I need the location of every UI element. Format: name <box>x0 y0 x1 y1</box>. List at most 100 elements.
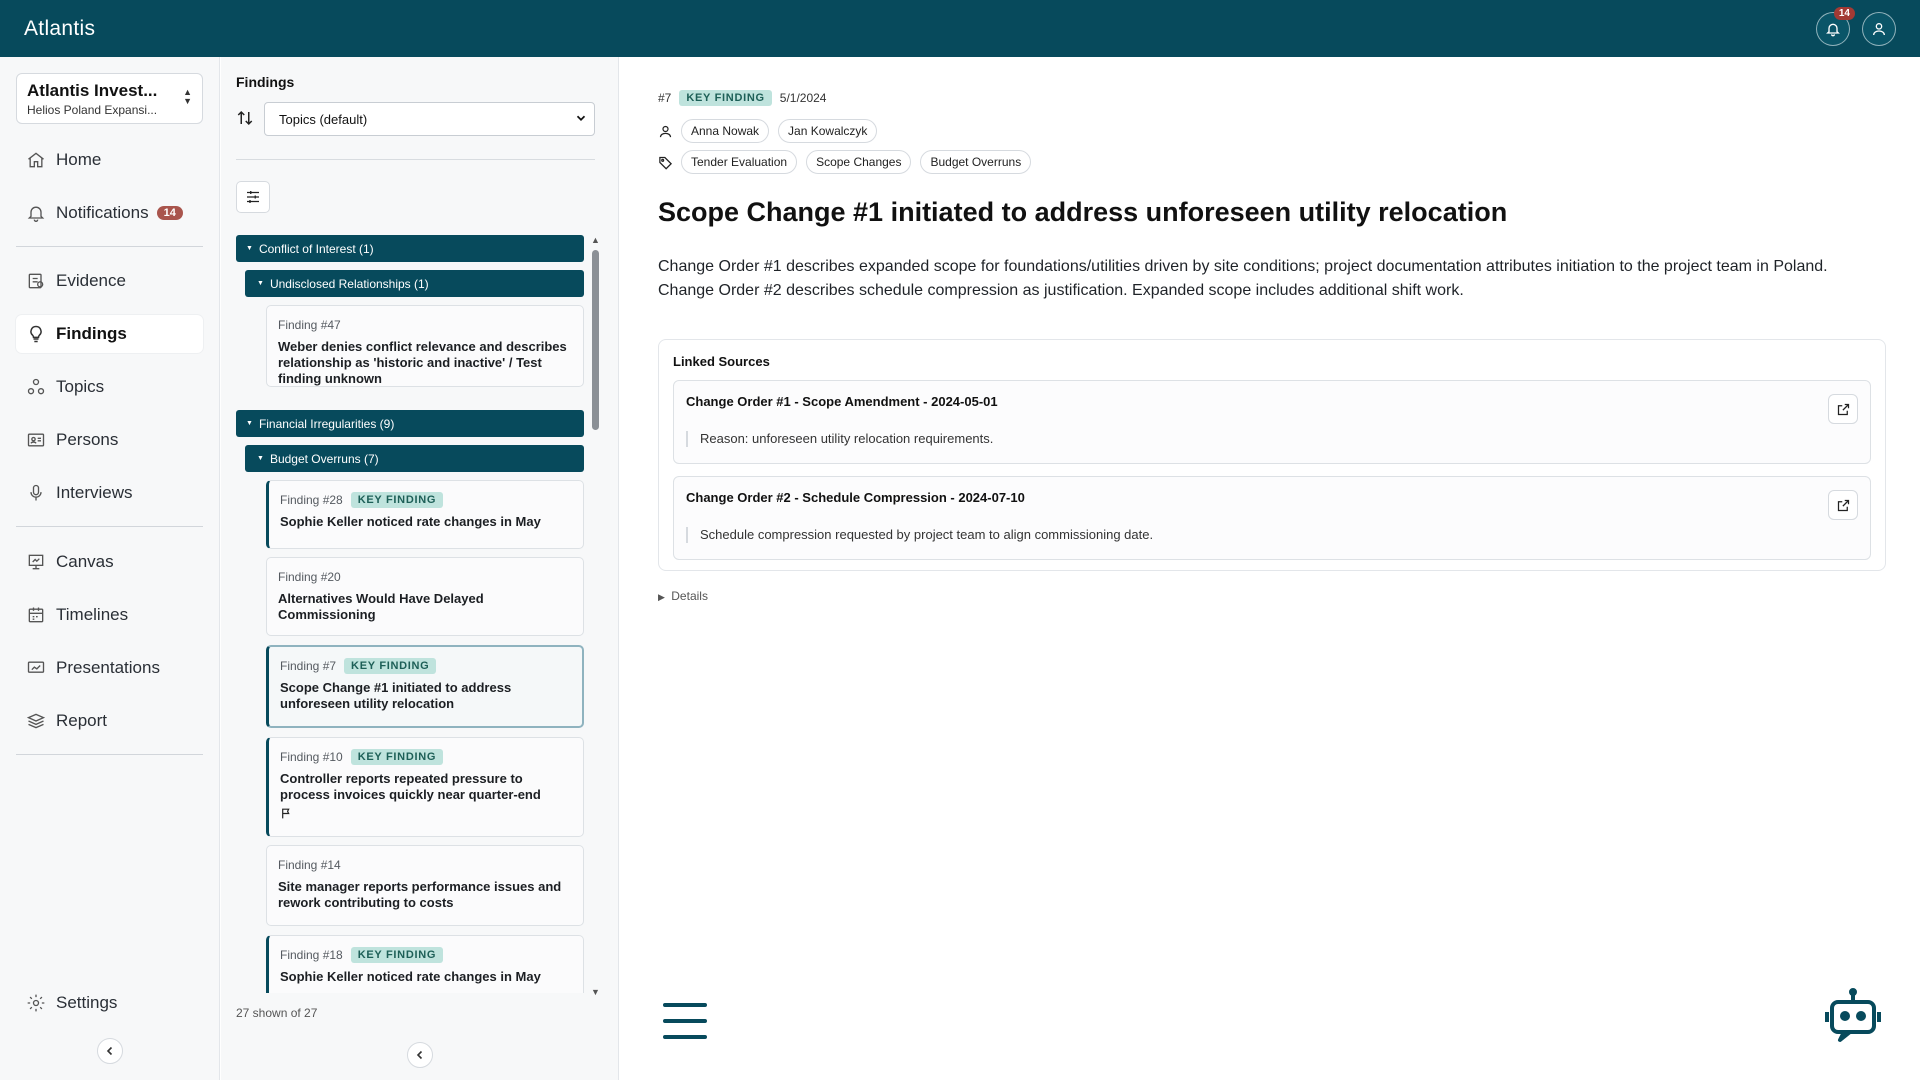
source-card[interactable]: Change Order #1 - Scope Amendment - 2024… <box>673 380 1871 464</box>
scroll-down-icon[interactable]: ▼ <box>591 987 600 997</box>
nav-report[interactable]: Report <box>16 702 203 740</box>
description-line: Change Order #2 describes schedule compr… <box>658 282 1464 299</box>
app-logo[interactable]: Atlantis <box>24 17 95 41</box>
finding-card-47[interactable]: Finding #47 Weber denies conflict releva… <box>266 305 584 387</box>
group-label: Financial Irregularities (9) <box>258 416 395 431</box>
nav-topics-label: Topics <box>56 377 105 396</box>
finding-card-14[interactable]: Finding #14 Site manager reports perform… <box>266 845 584 926</box>
gear-icon <box>27 994 45 1012</box>
finding-id: Finding #28 <box>280 493 343 507</box>
finding-number: #7 <box>658 91 672 105</box>
nav-topics[interactable]: Topics <box>16 368 203 406</box>
menu-icon[interactable] <box>662 999 708 1043</box>
nav-home[interactable]: Home <box>16 141 203 179</box>
user-icon <box>659 125 672 137</box>
workspace-title: Atlantis Invest... <box>27 81 158 100</box>
scroll-up-icon[interactable]: ▲ <box>591 235 600 245</box>
description-line: Change Order #1 describes expanded scope… <box>658 258 1828 275</box>
nav-interviews[interactable]: Interviews <box>16 474 203 512</box>
finding-id: Finding #14 <box>278 858 341 872</box>
sort-select[interactable]: Topics (default) <box>264 102 595 136</box>
filter-button[interactable] <box>236 181 270 213</box>
finding-card-18[interactable]: Finding #18 KEY FINDING Sophie Keller no… <box>266 935 584 993</box>
source-title: Change Order #2 - Schedule Compression -… <box>686 490 1025 505</box>
finding-id: Finding #7 <box>280 659 337 673</box>
collapse-nav-button[interactable] <box>97 1038 123 1064</box>
finding-tags: Tender Evaluation Scope Changes Budget O… <box>658 150 1040 174</box>
nav-evidence-label: Evidence <box>56 271 126 290</box>
evidence-icon <box>28 273 44 289</box>
finding-card-7[interactable]: Finding #7 KEY FINDING Scope Change #1 i… <box>266 645 584 728</box>
finding-title: Scope Change #1 initiated to address unf… <box>658 197 1508 227</box>
caret-right-icon: ▶ <box>658 592 665 602</box>
tag-chip[interactable]: Budget Overruns <box>920 150 1032 174</box>
person-chip[interactable]: Jan Kowalczyk <box>778 119 878 143</box>
subgroup-undisclosed-relationships[interactable]: ▼ Undisclosed Relationships (1) <box>245 270 584 297</box>
bot-icon[interactable] <box>1824 987 1882 1045</box>
caret-down-icon: ▼ <box>246 420 253 427</box>
list-scrollbar[interactable]: ▲ ▼ <box>590 235 600 997</box>
tag-chip[interactable]: Tender Evaluation <box>681 150 798 174</box>
nav-divider <box>16 246 203 247</box>
flag-icon <box>282 808 290 819</box>
caret-down-icon: ▼ <box>257 455 264 462</box>
finding-card-20[interactable]: Finding #20 Alternatives Would Have Dela… <box>266 557 584 636</box>
persons-icon <box>27 433 45 447</box>
external-link-icon <box>1837 499 1849 511</box>
nav-home-label: Home <box>56 150 102 169</box>
finding-title: Site manager reports performance issues … <box>278 879 562 910</box>
microphone-icon <box>30 484 42 501</box>
nav-settings[interactable]: Settings <box>16 984 203 1022</box>
nav-presentations[interactable]: Presentations <box>16 649 203 687</box>
nav-interviews-label: Interviews <box>56 483 133 502</box>
notification-badge: 14 <box>1833 6 1855 20</box>
group-label: Conflict of Interest (1) <box>258 241 374 256</box>
finding-detail-panel: #7 KEY FINDING 5/1/2024 Anna Nowak Jan K… <box>620 57 1920 1080</box>
findings-tree: ▼ Conflict of Interest (1) ▼ Undisclosed… <box>236 235 588 993</box>
linked-sources: Linked Sources Change Order #1 - Scope A… <box>658 339 1886 571</box>
nav-canvas[interactable]: Canvas <box>16 543 203 581</box>
findings-list-panel: Findings Topics (default) ▼ Conflict of … <box>221 57 619 1080</box>
nav-report-label: Report <box>56 711 108 730</box>
finding-persons: Anna Nowak Jan Kowalczyk <box>658 119 886 143</box>
collapse-list-button[interactable] <box>407 1042 433 1068</box>
caret-down-icon: ▼ <box>246 245 253 252</box>
source-card[interactable]: Change Order #2 - Schedule Compression -… <box>673 476 1871 560</box>
sort-icon[interactable] <box>236 109 254 127</box>
key-finding-badge: KEY FINDING <box>350 749 444 765</box>
finding-card-28[interactable]: Finding #28 KEY FINDING Sophie Keller no… <box>266 480 584 549</box>
open-source-button[interactable] <box>1828 490 1858 520</box>
scrollbar-thumb[interactable] <box>592 250 599 430</box>
nav-timelines[interactable]: Timelines <box>16 596 203 634</box>
tag-chip[interactable]: Scope Changes <box>806 150 912 174</box>
nav-divider <box>16 754 203 755</box>
subgroup-budget-overruns[interactable]: ▼ Budget Overruns (7) <box>245 445 584 472</box>
nav-findings[interactable]: Findings <box>16 315 203 353</box>
chevron-left-icon <box>106 1046 113 1056</box>
notifications-button[interactable]: 14 <box>1816 6 1855 46</box>
canvas-icon <box>28 554 44 570</box>
user-menu-button[interactable] <box>1862 11 1896 46</box>
linked-sources-title: Linked Sources <box>673 354 770 369</box>
source-quote: Reason: unforeseen utility relocation re… <box>686 431 993 447</box>
nav-notifications[interactable]: Notifications 14 <box>16 194 203 232</box>
finding-card-10[interactable]: Finding #10 KEY FINDING Controller repor… <box>266 737 584 837</box>
group-conflict-of-interest[interactable]: ▼ Conflict of Interest (1) <box>236 235 584 262</box>
finding-title: Sophie Keller noticed rate changes in Ma… <box>280 969 541 984</box>
finding-id: Finding #10 <box>280 750 343 764</box>
nav-notifications-label: Notifications <box>56 203 149 222</box>
details-toggle[interactable]: ▶ Details <box>658 589 708 603</box>
subgroup-label: Undisclosed Relationships (1) <box>269 276 429 291</box>
report-icon <box>26 713 46 729</box>
person-chip[interactable]: Anna Nowak <box>681 119 770 143</box>
notifications-count-badge: 14 <box>156 206 183 220</box>
key-finding-badge: KEY FINDING <box>350 947 444 963</box>
subgroup-label: Budget Overruns (7) <box>269 451 379 466</box>
group-financial-irregularities[interactable]: ▼ Financial Irregularities (9) <box>236 410 584 437</box>
open-source-button[interactable] <box>1828 394 1858 424</box>
workspace-switcher[interactable]: Atlantis Invest... Helios Poland Expansi… <box>16 73 203 124</box>
finding-title: Scope Change #1 initiated to address unf… <box>280 680 512 711</box>
nav-evidence[interactable]: Evidence <box>16 262 203 300</box>
nav-persons[interactable]: Persons <box>16 421 203 459</box>
nav-persons-label: Persons <box>56 430 119 449</box>
